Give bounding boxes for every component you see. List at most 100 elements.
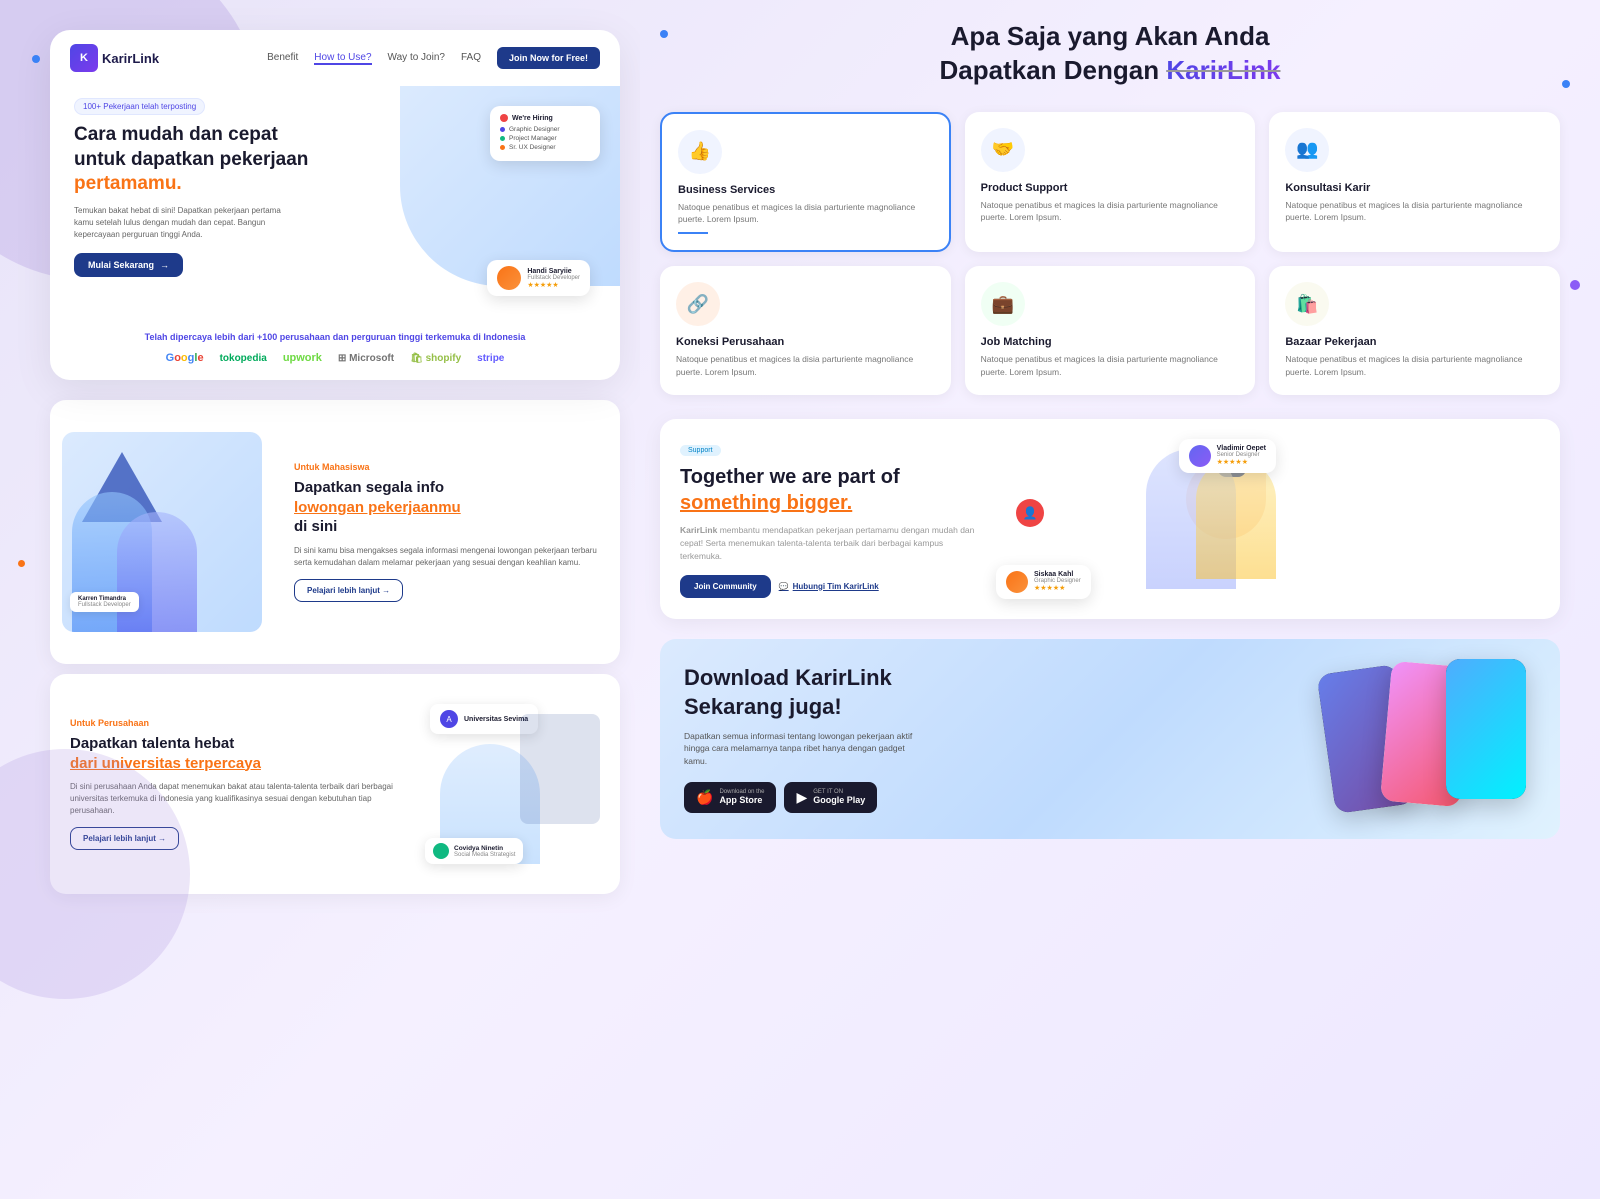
mini-role: Fullstack Developer [78,602,131,608]
feature-card-job: 💼 Job Matching Natoque penatibus et magi… [965,266,1256,395]
mahasiswa-tag: Untuk Mahasiswa [294,462,600,472]
trusted-highlight: +100 perusahaan dan perguruan tinggi [257,332,423,342]
hiring-dot [500,114,508,122]
join-now-button[interactable]: Join Now for Free! [497,47,600,69]
app-store-button[interactable]: 🍎 Download on the App Store [684,782,776,813]
download-section: Download KarirLink Sekarang juga! Dapatk… [660,639,1560,839]
feature-desc-support: Natoque penatibus et magices la disia pa… [981,199,1240,225]
feature-icon-support: 🤝 [981,128,1025,172]
nav-benefit[interactable]: Benefit [267,52,298,65]
feature-name-karir: Konsultasi Karir [1285,182,1544,194]
join-community-button[interactable]: Join Community [680,575,771,598]
logo-icon: K [70,44,98,72]
mahasiswa-cta-button[interactable]: Pelajari lebih lanjut → [294,579,403,602]
person2-name: Vladimir Oepet [1217,445,1266,452]
perusahaan-desc: Di sini perusahaan Anda dapat menemukan … [70,781,404,817]
feature-desc-koneksi: Natoque penatibus et magices la disia pa… [676,353,935,379]
person1-stars: ★★★★★ [1034,584,1081,592]
profile-role: Fullstack Developer [527,275,580,281]
mahasiswa-image: Karren Timandra Fullstack Developer [62,432,262,632]
person-2 [117,512,197,632]
hero-profile-card: Handi Saryiie Fullstack Developer ★★★★★ [487,260,590,296]
person-card-2: Vladimir Oepet Senior Designer ★★★★★ [1179,439,1276,473]
feature-name-job: Job Matching [981,336,1240,348]
nav-way-to-join[interactable]: Way to Join? [388,52,445,65]
store-buttons: 🍎 Download on the App Store ▶ GET IT ON … [684,782,1296,813]
hiring-item-1: Graphic Designer [500,126,590,133]
feature-name-bazaar: Bazaar Pekerjaan [1285,336,1544,348]
together-image: 🛡 👤 Siskaa Kahl Graphic Designer ★★★★★ [996,439,1276,599]
feature-name-business: Business Services [678,184,933,196]
profile-avatar [497,266,521,290]
person2-avatar [1189,445,1211,467]
feature-card-support: 🤝 Product Support Natoque penatibus et m… [965,112,1256,253]
google-play-label-lg: Google Play [813,795,865,805]
logo-text: KarirLink [102,51,159,66]
together-title: Together we are part of something bigger… [680,464,980,516]
brand-logos: Google tokopedia upwork ⊞ Microsoft 🛍 sh… [74,352,596,364]
hiring-item-2: Project Manager [500,135,590,142]
nav-faq[interactable]: FAQ [461,52,481,65]
feature-desc-job: Natoque penatibus et magices la disia pa… [981,353,1240,379]
trusted-text: Telah dipercaya lebih dari +100 perusaha… [74,332,596,342]
apple-icon: 🍎 [696,789,713,806]
download-title: Download KarirLink Sekarang juga! [684,664,1296,721]
trusted-section: Telah dipercaya lebih dari +100 perusaha… [50,316,620,380]
perusahaan-cta-button[interactable]: Pelajari lebih lanjut → [70,827,179,850]
together-brand: KarirLink [680,525,717,535]
covidya-name: Covidya Ninetin [454,845,515,852]
feature-card-karir: 👥 Konsultasi Karir Natoque penatibus et … [1269,112,1560,253]
feature-card-koneksi: 🔗 Koneksi Perusahaan Natoque penatibus e… [660,266,951,395]
contact-button[interactable]: 💬 Hubungi Tim KarirLink [779,582,879,591]
mini-profile-card: Karren Timandra Fullstack Developer [70,592,139,612]
hero-badge: 100+ Pekerjaan telah terposting [74,98,205,115]
feature-desc-business: Natoque penatibus et magices la disia pa… [678,201,933,227]
feature-desc-bazaar: Natoque penatibus et magices la disia pa… [1285,353,1544,379]
section-mahasiswa: Karren Timandra Fullstack Developer Untu… [50,400,620,664]
perusahaan-content: Untuk Perusahaan Dapatkan talenta hebat … [70,718,404,850]
google-play-text: GET IT ON Google Play [813,789,865,805]
hero-cta-button[interactable]: Mulai Sekarang → [74,253,183,277]
hiring-dot-3 [500,145,505,150]
person2-info: Vladimir Oepet Senior Designer ★★★★★ [1217,445,1266,466]
covidya-avatar [433,843,449,859]
feature-name-koneksi: Koneksi Perusahaan [676,336,935,348]
google-play-button[interactable]: ▶ GET IT ON Google Play [784,782,877,813]
navbar: K KarirLink Benefit How to Use? Way to J… [50,30,620,86]
hero-section: 100+ Pekerjaan telah terposting Cara mud… [50,86,620,316]
google-play-icon: ▶ [796,789,807,806]
feature-name-support: Product Support [981,182,1240,194]
profile-stars: ★★★★★ [527,281,580,289]
hero-title: Cara mudah dan cepat untuk dapatkan peke… [74,123,314,197]
together-section: Support Together we are part of somethin… [660,419,1560,619]
user-icon: 👤 [1016,499,1044,527]
hiring-title-row: We're Hiring [500,114,590,122]
logo: K KarirLink [70,44,159,72]
app-store-label-lg: App Store [719,795,764,805]
features-grid: 👍 Business Services Natoque penatibus et… [660,112,1560,395]
dot-r2 [1562,80,1570,88]
together-description: KarirLink membantu mendapatkan pekerjaan… [680,524,980,562]
hiring-card: We're Hiring Graphic Designer Project Ma… [490,106,600,161]
person-card-1: Siskaa Kahl Graphic Designer ★★★★★ [996,565,1091,599]
feature-icon-business: 👍 [678,130,722,174]
feature-separator-business [678,232,708,234]
hiring-title-text: We're Hiring [512,115,553,122]
download-phones [1316,659,1536,819]
dot-decoration [32,55,40,63]
hiring-item-3: Sr. UX Designer [500,144,590,151]
feature-card-bazaar: 🛍️ Bazaar Pekerjaan Natoque penatibus et… [1269,266,1560,395]
upwork-brand: upwork [283,352,322,364]
shopify-brand: 🛍 shopify [410,353,461,364]
feature-card-business: 👍 Business Services Natoque penatibus et… [660,112,951,253]
features-title: Apa Saja yang Akan Anda Dapatkan Dengan … [660,20,1560,88]
nav-how-to-use[interactable]: How to Use? [314,52,371,65]
right-panel: Apa Saja yang Akan Anda Dapatkan Dengan … [640,0,1600,1199]
tokopedia-brand: tokopedia [220,353,267,364]
screen-mockup [520,714,600,824]
hiring-dot-2 [500,136,505,141]
feature-icon-karir: 👥 [1285,128,1329,172]
download-content: Download KarirLink Sekarang juga! Dapatk… [684,664,1296,812]
whatsapp-icon: 💬 [779,582,789,591]
mahasiswa-desc: Di sini kamu bisa mengakses segala infor… [294,545,600,569]
